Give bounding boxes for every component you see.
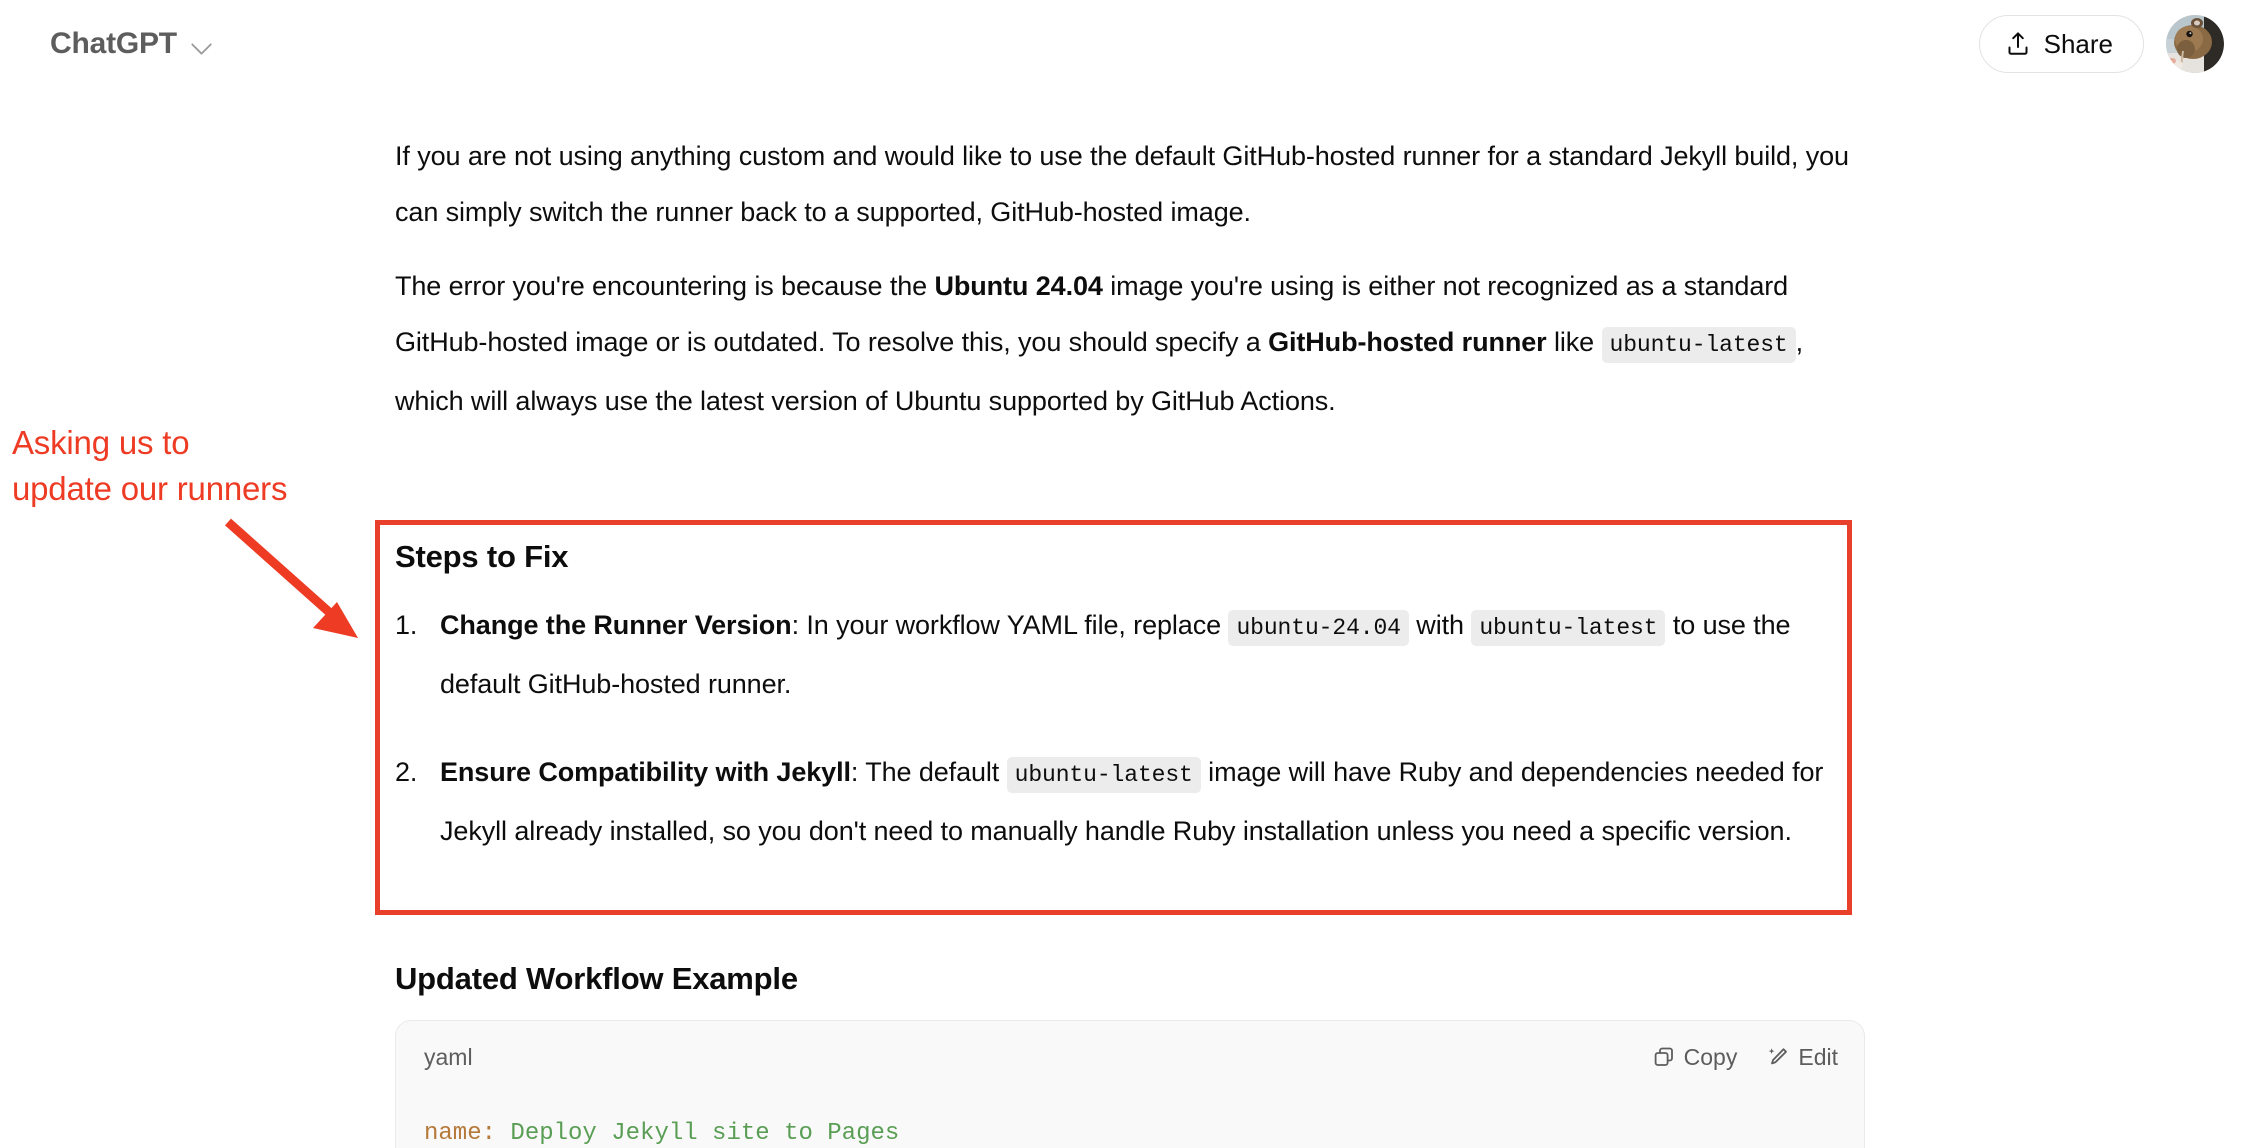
chatgpt-model-switcher[interactable]: ChatGPT — [40, 23, 223, 65]
annotation-callout: Asking us to update our runners — [12, 420, 342, 512]
highlighted-steps-box: Steps to Fix 1. Change the Runner Version… — [375, 520, 1852, 915]
list-item: 1. Change the Runner Version: In your wor… — [395, 597, 1843, 712]
inline-code-ubuntu-latest-step1: ubuntu-latest — [1471, 610, 1666, 646]
step1-seg1: : In your workflow YAML file, replace — [791, 610, 1229, 640]
inline-code-ubuntu-latest: ubuntu-latest — [1601, 327, 1796, 363]
code-block: yaml Copy Edit name: Deploy Jekyll site … — [395, 1020, 1865, 1148]
share-button[interactable]: Share — [1978, 15, 2144, 73]
step2-seg1: : The default — [850, 757, 1007, 787]
top-bar: ChatGPT Share — [0, 0, 2248, 88]
top-bar-actions: Share — [1978, 15, 2224, 73]
share-button-label: Share — [2043, 29, 2113, 59]
code-block-header: yaml Copy Edit — [396, 1021, 1864, 1093]
paragraph-error-explanation: The error you're encountering is because… — [395, 258, 1865, 429]
copy-button[interactable]: Copy — [1653, 1043, 1738, 1070]
para2-seg1: The error you're encountering is because… — [395, 271, 935, 301]
brand-title: ChatGPT — [50, 27, 177, 60]
para2-bold-ubuntu-version: Ubuntu 24.04 — [934, 271, 1103, 301]
list-item: 2. Ensure Compatibility with Jekyll: The … — [395, 744, 1843, 859]
avatar[interactable] — [2166, 15, 2224, 73]
steps-list: 1. Change the Runner Version: In your wor… — [395, 597, 1843, 859]
edit-button-label: Edit — [1798, 1043, 1838, 1070]
steps-to-fix-heading: Steps to Fix — [395, 539, 569, 574]
chevron-down-icon — [191, 33, 213, 55]
code-token-key: name: — [424, 1120, 497, 1147]
paragraph-intro-text: If you are not using anything custom and… — [395, 141, 1849, 227]
para2-bold-runner: GitHub-hosted runner — [1268, 327, 1547, 357]
inline-code-ubuntu-latest-step2: ubuntu-latest — [1006, 757, 1201, 793]
para2-seg3: like — [1546, 327, 1602, 357]
step1-bold-title: Change the Runner Version — [440, 610, 792, 640]
list-item-number: 1. — [395, 610, 418, 640]
step2-bold-title: Ensure Compatibility with Jekyll — [440, 757, 851, 787]
code-block-actions: Copy Edit — [1653, 1043, 1838, 1070]
edit-button[interactable]: Edit — [1767, 1043, 1838, 1070]
step1-seg2: with — [1408, 610, 1472, 640]
copy-icon — [1653, 1046, 1675, 1068]
inline-code-ubuntu-2404: ubuntu-24.04 — [1228, 610, 1409, 646]
annotation-line-2: update our runners — [12, 470, 288, 507]
code-block-body[interactable]: name: Deploy Jekyll site to Pages — [396, 1093, 1864, 1148]
paragraph-intro: If you are not using anything custom and… — [395, 128, 1865, 240]
list-item-number: 2. — [395, 757, 418, 787]
code-language-label: yaml — [424, 1043, 473, 1070]
upload-icon — [2006, 31, 2030, 57]
code-token-value: Deploy Jekyll site to Pages — [496, 1120, 900, 1147]
copy-button-label: Copy — [1683, 1043, 1738, 1070]
workflow-example-heading: Updated Workflow Example — [395, 961, 798, 996]
edit-pencil-icon — [1767, 1046, 1789, 1068]
annotation-line-1: Asking us to — [12, 424, 190, 461]
steps-section: Steps to Fix 1. Change the Runner Version… — [395, 533, 1843, 859]
